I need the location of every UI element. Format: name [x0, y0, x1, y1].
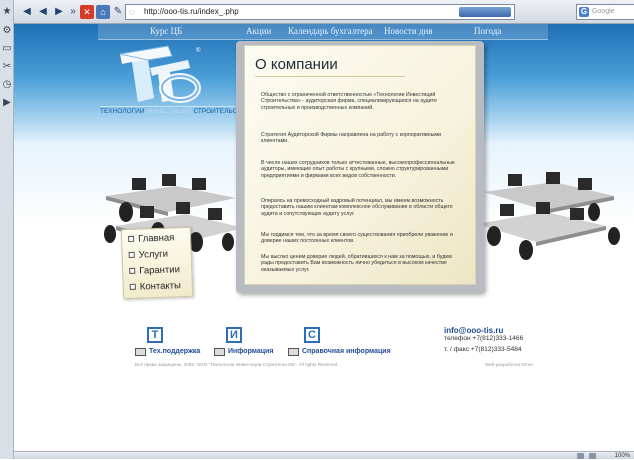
logo-caption-part2: ИНВЕСТИЦИЙ — [146, 108, 194, 115]
network-icon[interactable] — [577, 453, 584, 459]
logo-underline — [100, 106, 242, 107]
address-bar-addon[interactable] — [459, 7, 511, 17]
gear-icon[interactable]: ⚙ — [1, 25, 13, 37]
about-paragraph-4: Опираясь на превосходный кадровый потенц… — [261, 198, 453, 217]
menu-item-contacts-label: Контакты — [139, 280, 182, 293]
company-logo[interactable]: ® — [110, 44, 206, 108]
about-paper: О компании Общество с ограниченной ответ… — [244, 45, 476, 285]
edit-icon[interactable]: ✎ — [111, 5, 125, 19]
about-paragraph-1: Общество с ограниченной ответственностью… — [261, 92, 437, 111]
about-paragraph-5: Мы гордимся тем, что за время своего сущ… — [261, 232, 453, 245]
menu-item-home[interactable]: Главная — [128, 232, 175, 245]
information-tile[interactable]: И — [226, 327, 242, 343]
play-icon[interactable]: ▶ — [1, 97, 13, 109]
contact-email[interactable]: info@ooo-tis.ru — [444, 326, 503, 335]
registered-mark: ® — [196, 47, 201, 54]
search-box[interactable]: G Google — [576, 4, 634, 20]
tabs-icon[interactable]: ▭ — [1, 43, 13, 55]
about-paragraph-2: Стратегия Аудиторской Фирмы направлена н… — [261, 132, 441, 145]
tech-support-link[interactable]: Тех.поддержка — [149, 348, 200, 355]
checkbox-icon — [128, 236, 135, 243]
clock-icon[interactable]: ◷ — [1, 79, 13, 91]
copyright-text: Все права защищены. 2008. ООО "Технологи… — [135, 362, 339, 367]
content-panel: О компании Общество с ограниченной ответ… — [236, 41, 484, 293]
page-icon: ◌ — [129, 7, 135, 17]
logo-caption-part1: ТЕХНОЛОГИИ — [100, 108, 147, 115]
checkbox-icon — [129, 284, 136, 291]
logo-caption: ТЕХНОЛОГИИ ИНВЕСТИЦИЙ СТРОИТЕЛЬСТВО — [100, 108, 250, 115]
nav-link-accountant-calendar[interactable]: Календарь бухгалтера — [288, 26, 373, 36]
contact-fax: т. / факс +7(812)333-5484 — [444, 346, 522, 353]
web-page: Курс ЦБ Акции Календарь бухгалтера Новос… — [14, 24, 634, 451]
home-icon[interactable]: ⌂ — [96, 5, 110, 19]
google-icon: G — [579, 7, 589, 17]
tech-support-tile[interactable]: Т — [147, 327, 163, 343]
search-input[interactable]: Google — [592, 8, 615, 15]
top-navigation: Курс ЦБ Акции Календарь бухгалтера Новос… — [98, 24, 548, 40]
page-title: О компании — [255, 56, 338, 73]
browser-statusbar: 100% — [14, 451, 634, 459]
back-arrow-icon[interactable]: ◀ — [36, 5, 50, 19]
reference-link[interactable]: Справочная информация — [302, 348, 391, 355]
fast-forward-icon[interactable]: » — [66, 5, 80, 19]
menu-item-guarantees-label: Гарантии — [139, 264, 181, 277]
checkbox-icon — [129, 268, 136, 275]
about-paragraph-3: В числе наших сотрудников только аттесто… — [261, 160, 455, 179]
monitor-icon — [135, 348, 146, 356]
about-paragraph-6: Мы высоко ценим доверие людей, обративши… — [261, 254, 452, 273]
developer-credit[interactable]: Web-разработка Orner — [485, 362, 533, 367]
monitor-icon — [214, 348, 225, 356]
back-icon[interactable]: ◀ — [20, 5, 34, 19]
menu-item-contacts[interactable]: Контакты — [129, 280, 182, 293]
stop-icon[interactable]: ✕ — [80, 5, 94, 19]
address-url[interactable]: http://ooo-tis.ru/index_.php — [144, 7, 239, 16]
nav-link-weather[interactable]: Погода — [474, 26, 501, 36]
title-divider — [255, 76, 405, 77]
menu-item-services[interactable]: Услуги — [128, 248, 169, 261]
menu-item-home-label: Главная — [137, 232, 175, 245]
browser-toolbar: ◀ ◀ ▶ » ✕ ⌂ ✎ ◌ http://ooo-tis.ru/index_… — [14, 0, 634, 24]
security-icon[interactable] — [589, 453, 596, 459]
checkbox-icon — [128, 252, 135, 259]
address-bar[interactable]: ◌ http://ooo-tis.ru/index_.php — [125, 4, 515, 20]
menu-item-services-label: Услуги — [138, 248, 169, 261]
information-link[interactable]: Информация — [228, 348, 273, 355]
side-menu: Главная Услуги Гарантии Контакты — [120, 226, 194, 300]
browser-side-rail: ★ ⚙ ▭ ✂ ◷ ▶ — [0, 0, 14, 459]
tools-icon[interactable]: ✂ — [1, 61, 13, 73]
star-icon[interactable]: ★ — [1, 6, 13, 18]
reference-tile[interactable]: С — [304, 327, 320, 343]
menu-item-guarantees[interactable]: Гарантии — [129, 264, 180, 277]
nav-link-stocks[interactable]: Акции — [246, 26, 271, 36]
nav-link-news[interactable]: Новости дня — [384, 26, 432, 36]
nav-link-cb-rate[interactable]: Курс ЦБ — [150, 26, 182, 36]
forward-icon[interactable]: ▶ — [52, 5, 66, 19]
contact-phone: телефон +7(812)333-1466 — [444, 335, 524, 342]
monitor-icon — [288, 348, 299, 356]
office-image-right — [476, 172, 620, 260]
